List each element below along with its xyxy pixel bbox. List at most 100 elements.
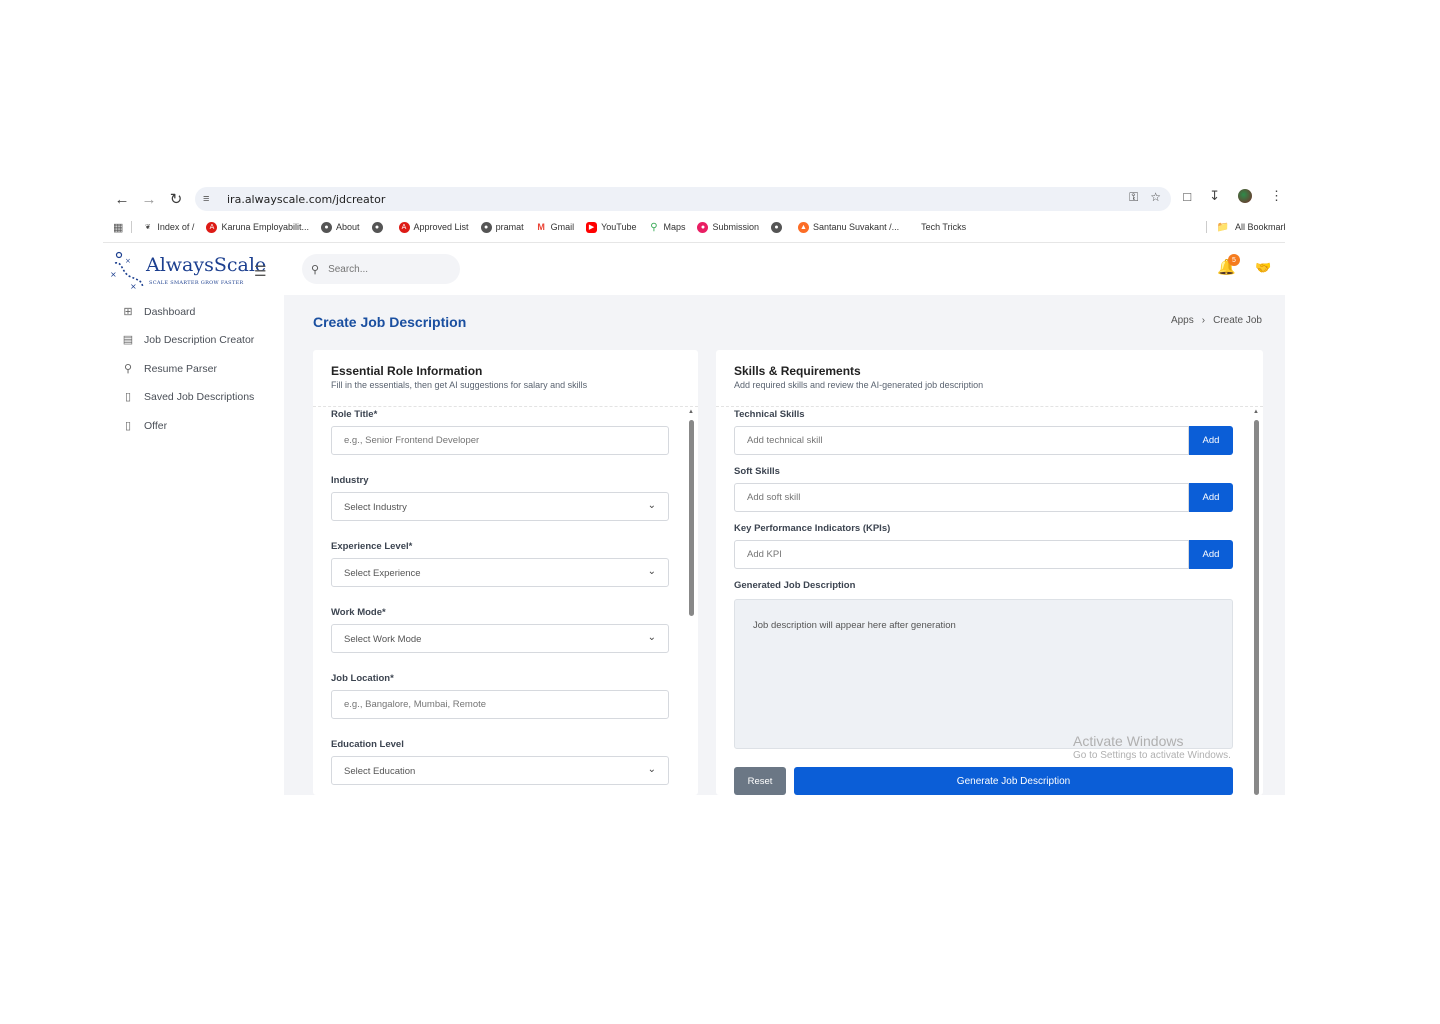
bookmark-item[interactable]: A Karuna Employabilit... (206, 221, 309, 233)
svg-text:×: × (125, 257, 131, 265)
password-key-icon[interactable]: ⚿ (1129, 190, 1138, 205)
hamburger-menu-icon[interactable]: ☰ (254, 263, 267, 280)
generate-job-description-button[interactable]: Generate Job Description (794, 767, 1233, 795)
all-bookmarks-label: All Bookmarks (1235, 222, 1285, 232)
breadcrumb-current: Create Job (1213, 315, 1262, 326)
globe-icon: ● (771, 221, 783, 233)
sidebar-item-resume-parser[interactable]: ⚲ Resume Parser (122, 362, 217, 376)
generated-jd-label: Generated Job Description (734, 580, 856, 591)
card-subtitle: Add required skills and review the AI-ge… (734, 380, 984, 390)
bookmark-item[interactable]: ● pramat (480, 221, 524, 233)
watermark-subtitle: Go to Settings to activate Windows. (1073, 750, 1231, 761)
sidebar-item-label: Saved Job Descriptions (144, 390, 255, 403)
kpi-input[interactable] (734, 540, 1189, 569)
svg-text:×: × (110, 270, 117, 279)
search-input[interactable] (328, 263, 449, 275)
bookmark-item[interactable]: ● (771, 221, 786, 233)
role-title-label: Role Title* (331, 409, 378, 420)
download-icon[interactable]: ↧ (1209, 188, 1220, 204)
bookmark-item[interactable]: ● About (320, 221, 360, 233)
folder-icon: 📁 (1216, 221, 1229, 233)
bookmark-label: About (335, 222, 360, 232)
document-icon: ▤ (122, 334, 134, 346)
bookmark-icon: ▯ (124, 420, 132, 432)
bookmark-item[interactable]: ❦ Index of / (142, 222, 194, 233)
bookmark-label: Santanu Suvakant /... (813, 222, 900, 232)
add-technical-skill-button[interactable]: Add (1189, 426, 1233, 455)
bookmarks-bar: ▦ ❦ Index of / A Karuna Employabilit... ● A… (103, 217, 1285, 237)
education-select-value: Select Education (344, 766, 416, 777)
chevron-down-icon: ⌄ (647, 764, 656, 775)
soft-skill-input[interactable] (734, 483, 1189, 512)
all-bookmarks[interactable]: 📁 All Bookmarks (1205, 221, 1285, 233)
sidebar-item-dashboard[interactable]: ⊞ Dashboard (122, 305, 195, 319)
skills-requirements-card: Skills & Requirements Add required skill… (716, 350, 1263, 795)
svg-text:×: × (130, 282, 137, 291)
card-title: Skills & Requirements (734, 364, 861, 378)
bookmark-item[interactable]: ▶ YouTube (586, 221, 636, 233)
bookmark-label: Karuna Employabilit... (221, 222, 309, 232)
search-icon: ⚲ (311, 263, 320, 276)
education-level-label: Education Level (331, 739, 404, 750)
sidebar: × × × AlwaysScale SCALE SMARTER GROW FAS… (103, 243, 284, 795)
work-mode-label: Work Mode* (331, 607, 386, 618)
gitlab-icon: ▲ (798, 221, 810, 233)
technical-skill-input[interactable] (734, 426, 1189, 455)
globe-icon: ● (480, 221, 492, 233)
more-menu-icon[interactable]: ⋮ (1270, 188, 1283, 204)
sidebar-item-saved-job-descriptions[interactable]: ▯ Saved Job Descriptions (122, 390, 255, 404)
bookmark-item[interactable]: ▲ Santanu Suvakant /... (798, 221, 900, 233)
breadcrumb-separator-icon: › (1201, 315, 1206, 326)
education-level-select[interactable]: Select Education ⌄ (331, 756, 669, 785)
bookmark-item[interactable]: ● (371, 221, 387, 233)
apps-grid-icon[interactable]: ▦ (113, 221, 123, 234)
globe-icon: ● (320, 221, 332, 233)
address-bar[interactable]: ≡ ira.alwayscale.com/jdcreator ⚿ ☆ (195, 187, 1171, 211)
scroll-up-arrow-icon[interactable]: ▲ (688, 409, 694, 415)
add-kpi-button[interactable]: Add (1189, 540, 1233, 569)
scroll-up-arrow-icon[interactable]: ▲ (1253, 409, 1259, 415)
site-settings-icon[interactable]: ≡ (203, 193, 217, 205)
chevron-down-icon: ⌄ (647, 500, 656, 511)
experience-level-label: Experience Level* (331, 541, 413, 552)
logo-mark-icon: × × × (110, 251, 144, 291)
forward-icon[interactable]: → (138, 188, 160, 210)
reset-button[interactable]: Reset (734, 767, 786, 795)
extensions-icon[interactable]: □ (1183, 189, 1191, 204)
generated-jd-textarea[interactable]: Job description will appear here after g… (734, 599, 1233, 749)
reload-icon[interactable]: ↻ (165, 188, 187, 210)
experience-level-select[interactable]: Select Experience ⌄ (331, 558, 669, 587)
work-mode-select[interactable]: Select Work Mode ⌄ (331, 624, 669, 653)
role-title-input[interactable] (331, 426, 669, 455)
sidebar-item-label: Job Description Creator (144, 333, 255, 346)
generated-jd-placeholder: Job description will appear here after g… (753, 620, 956, 631)
logo[interactable]: × × × AlwaysScale SCALE SMARTER GROW FAS… (109, 251, 266, 291)
bookmark-label: pramat (495, 222, 524, 232)
bookmark-item[interactable]: ⚲ Maps (648, 222, 685, 233)
industry-select[interactable]: Select Industry ⌄ (331, 492, 669, 521)
sidebar-item-offer[interactable]: ▯ Offer (122, 419, 167, 433)
bookmarks-separator (1205, 221, 1207, 233)
sidebar-item-job-description-creator[interactable]: ▤ Job Description Creator (122, 333, 255, 347)
scrollbar-thumb[interactable] (1254, 420, 1259, 795)
user-avatar[interactable]: 🤝 (1255, 260, 1271, 276)
profile-avatar-icon[interactable] (1238, 189, 1252, 203)
scrollbar-thumb[interactable] (689, 420, 694, 616)
search-box[interactable]: ⚲ (302, 254, 460, 284)
job-location-label: Job Location* (331, 673, 394, 684)
bookmark-item[interactable]: Tech Tricks (921, 222, 966, 232)
breadcrumb-apps[interactable]: Apps (1171, 315, 1194, 326)
back-icon[interactable]: ← (111, 188, 133, 210)
url-text[interactable]: ira.alwayscale.com/jdcreator (227, 193, 385, 206)
submission-icon: ● (697, 221, 709, 233)
card-title: Essential Role Information (331, 364, 483, 378)
bookmark-item[interactable]: M Gmail (536, 222, 574, 233)
star-bookmark-icon[interactable]: ☆ (1150, 190, 1161, 205)
bookmark-item[interactable]: A Approved List (398, 221, 469, 233)
bookmark-label: Maps (663, 222, 686, 232)
soft-skills-label: Soft Skills (734, 466, 780, 477)
bookmark-item[interactable]: ● Submission (697, 221, 759, 233)
add-soft-skill-button[interactable]: Add (1189, 483, 1233, 512)
job-location-input[interactable] (331, 690, 669, 719)
grid-icon: ⊞ (123, 306, 133, 318)
